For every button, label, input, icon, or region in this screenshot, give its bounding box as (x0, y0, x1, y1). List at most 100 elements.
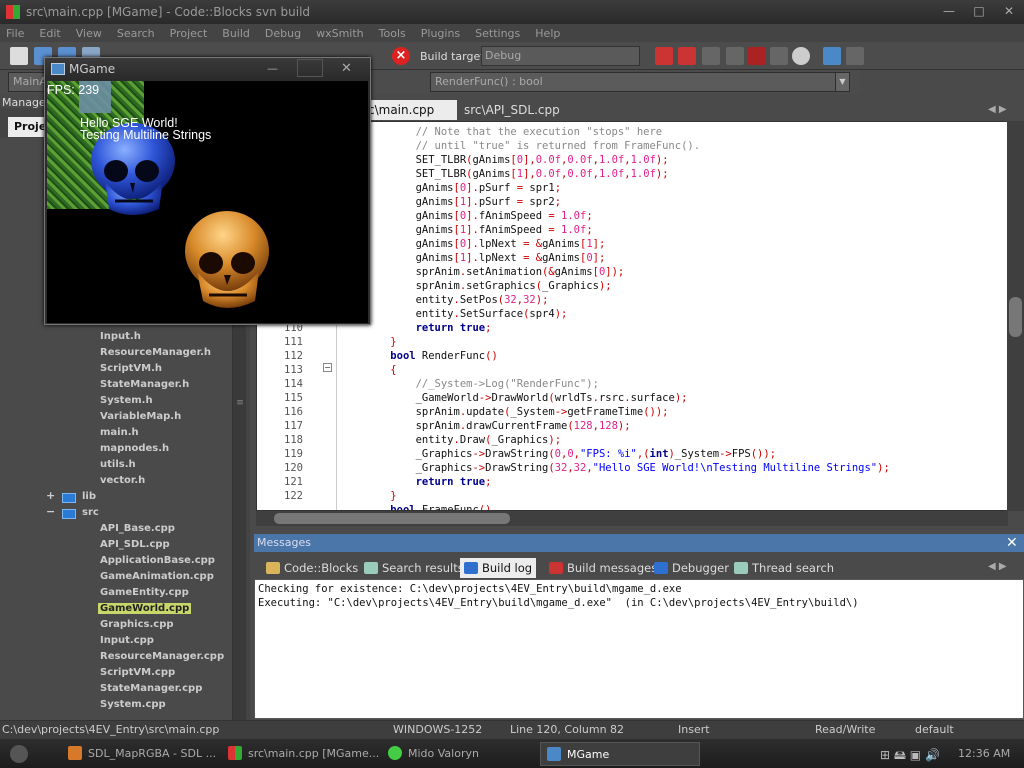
tree-file[interactable]: GameEntity.cpp (100, 587, 189, 598)
tab-label: Thread search (752, 561, 835, 575)
collapse-src-icon[interactable]: − (46, 505, 55, 518)
tab-codeblocks[interactable]: Code::Blocks (262, 558, 362, 578)
line-number: 116 (284, 406, 303, 418)
tab-api-sdl-cpp[interactable]: src\API_SDL.cpp (458, 100, 566, 120)
abort-build-button[interactable]: × (392, 47, 410, 65)
tree-file[interactable]: ScriptVM.cpp (100, 667, 175, 678)
start-menu-icon[interactable] (10, 745, 28, 763)
stop-debugger-icon[interactable] (792, 47, 810, 65)
minimize-icon[interactable]: — (267, 62, 278, 75)
scope-value: MainA (13, 75, 47, 88)
code-line: 120 _Graphics->DrawString(32,32,"Hello S… (257, 461, 1007, 475)
log-line: Executing: "C:\dev\projects\4EV_Entry\bu… (258, 597, 859, 609)
tree-file[interactable]: ApplicationBase.cpp (100, 555, 215, 566)
code-text: // until "true" is returned from FrameFu… (365, 140, 701, 152)
tree-file[interactable]: API_SDL.cpp (100, 539, 170, 550)
close-button[interactable]: ✕ (994, 0, 1024, 22)
build-target-select[interactable]: Debug (481, 46, 640, 66)
new-file-icon[interactable] (10, 47, 28, 65)
tree-file[interactable]: mapnodes.h (100, 443, 169, 454)
taskbar-item[interactable]: src\main.cpp [MGame... (222, 742, 385, 766)
tree-file[interactable]: Input.cpp (100, 635, 154, 646)
menu-settings[interactable]: Settings (475, 27, 520, 40)
function-dropdown[interactable]: RenderFunc() : bool ▼ (430, 72, 850, 92)
menu-edit[interactable]: Edit (39, 27, 60, 40)
menu-tools[interactable]: Tools (379, 27, 406, 40)
tree-folder-src[interactable]: src (82, 507, 99, 518)
tab-search-results[interactable]: Search results (360, 558, 468, 578)
taskbar-item-active[interactable]: MGame (540, 742, 700, 766)
debug-windows-icon[interactable] (823, 47, 841, 65)
tree-file[interactable]: System.cpp (100, 699, 166, 710)
tree-file[interactable]: main.h (100, 427, 139, 438)
run-to-cursor-icon[interactable] (678, 47, 696, 65)
tab-projects[interactable]: Proje (8, 117, 48, 137)
tab-main-cpp[interactable]: c\main.cpp × (362, 100, 457, 131)
menu-help[interactable]: Help (535, 27, 560, 40)
expand-lib-icon[interactable]: + (46, 489, 55, 502)
messenger-icon (388, 746, 402, 760)
menu-project[interactable]: Project (170, 27, 208, 40)
tree-file[interactable]: ResourceManager.h (100, 347, 211, 358)
tree-file[interactable]: utils.h (100, 459, 136, 470)
tree-file[interactable]: StateManager.h (100, 379, 189, 390)
menu-debug[interactable]: Debug (265, 27, 301, 40)
close-icon[interactable]: ✕ (341, 61, 352, 76)
tree-file[interactable]: GameAnimation.cpp (100, 571, 214, 582)
menu-build[interactable]: Build (222, 27, 250, 40)
taskbar-label: Mido Valoryn (408, 747, 479, 760)
tab-build-log[interactable]: Build log (460, 558, 537, 578)
status-mode: Insert (678, 723, 710, 736)
tab-build-messages[interactable]: Build messages (545, 558, 661, 578)
code-text: gAnims[0].fAnimSpeed = 1.0f; (365, 210, 593, 222)
message-tab-arrows-icon[interactable]: ◀ ▶ (988, 561, 1007, 572)
editor-hscrollbar[interactable] (256, 511, 1008, 526)
hscroll-thumb[interactable] (274, 513, 510, 524)
tree-file[interactable]: VariableMap.h (100, 411, 181, 422)
tree-file-selected[interactable]: GameWorld.cpp (98, 603, 192, 614)
tree-file[interactable]: ResourceManager.cpp (100, 651, 224, 662)
vscroll-thumb[interactable] (1009, 297, 1022, 337)
step-into-icon[interactable] (726, 47, 744, 65)
tab-label: Debugger (672, 561, 729, 575)
tree-file[interactable]: Graphics.cpp (100, 619, 174, 630)
editor-vscrollbar[interactable] (1007, 121, 1024, 511)
tree-file[interactable]: Input.h (100, 331, 141, 342)
taskbar-item[interactable]: SDL_MapRGBA - SDL ... (62, 742, 222, 766)
tree-file[interactable]: ScriptVM.h (100, 363, 162, 374)
tray-icons[interactable]: ⊞ 🖴 ▣ 🔊 (880, 746, 940, 767)
line-number: 120 (284, 462, 303, 474)
mgame-titlebar[interactable]: MGame — ✕ (45, 58, 370, 80)
close-messages-icon[interactable]: ✕ (1006, 535, 1018, 551)
menu-bar: File Edit View Search Project Build Debu… (0, 24, 1024, 42)
fold-marker-icon[interactable]: − (323, 363, 332, 372)
tab-scroll-arrows-icon[interactable]: ◀ ▶ (988, 104, 1007, 115)
tree-file[interactable]: vector.h (100, 475, 145, 486)
management-label: Manager (2, 96, 51, 109)
tab-thread-search[interactable]: Thread search (730, 558, 838, 578)
info-icon[interactable] (846, 47, 864, 65)
code-text: // Note that the execution "stops" here (365, 126, 663, 138)
tab-debugger[interactable]: Debugger (650, 558, 733, 578)
menu-search[interactable]: Search (117, 27, 155, 40)
tree-folder-lib[interactable]: lib (82, 491, 96, 502)
next-instruction-icon[interactable] (770, 47, 788, 65)
scroll-grip-icon[interactable]: ≡ (235, 398, 245, 418)
maximize-button[interactable]: □ (964, 0, 994, 22)
next-line-icon[interactable] (702, 47, 720, 65)
debug-run-icon[interactable] (655, 47, 673, 65)
step-out-icon[interactable] (748, 47, 766, 65)
menu-view[interactable]: View (76, 27, 102, 40)
tree-file[interactable]: StateManager.cpp (100, 683, 202, 694)
code-text: sprAnim.update(_System->getFrameTime()); (365, 406, 669, 418)
minimize-button[interactable]: — (934, 0, 964, 22)
tree-file[interactable]: API_Base.cpp (100, 523, 175, 534)
menu-plugins[interactable]: Plugins (421, 27, 460, 40)
menu-file[interactable]: File (6, 27, 24, 40)
tab-label: c\main.cpp (368, 103, 435, 117)
tree-file[interactable]: System.h (100, 395, 153, 406)
maximize-icon[interactable] (297, 59, 323, 77)
mgame-window[interactable]: MGame — ✕ FPS: 239 Hello SGE World! Test… (44, 57, 371, 325)
taskbar-item[interactable]: Mido Valoryn (382, 742, 485, 766)
menu-wxsmith[interactable]: wxSmith (316, 27, 364, 40)
